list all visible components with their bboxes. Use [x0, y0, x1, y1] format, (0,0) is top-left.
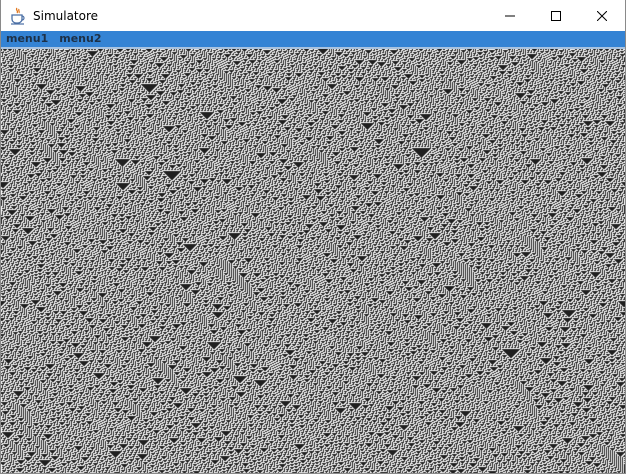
- close-button[interactable]: [579, 0, 625, 31]
- java-cup-icon: [9, 7, 27, 25]
- cellular-automaton-canvas[interactable]: [1, 49, 625, 473]
- menu-bar: menu1 menu2: [1, 31, 625, 47]
- minimize-button[interactable]: [487, 0, 533, 31]
- minimize-icon: [505, 15, 515, 16]
- simulation-area[interactable]: [1, 49, 625, 473]
- menu-item-menu1[interactable]: menu1: [1, 31, 54, 47]
- title-bar[interactable]: Simulatore: [1, 0, 625, 31]
- maximize-icon: [551, 10, 561, 21]
- close-icon: [597, 10, 607, 21]
- window-title: Simulatore: [33, 8, 99, 23]
- maximize-button[interactable]: [533, 0, 579, 31]
- app-window: Simulatore menu1 menu2: [0, 0, 626, 474]
- menu-item-menu2[interactable]: menu2: [54, 31, 107, 47]
- window-controls: [487, 0, 625, 31]
